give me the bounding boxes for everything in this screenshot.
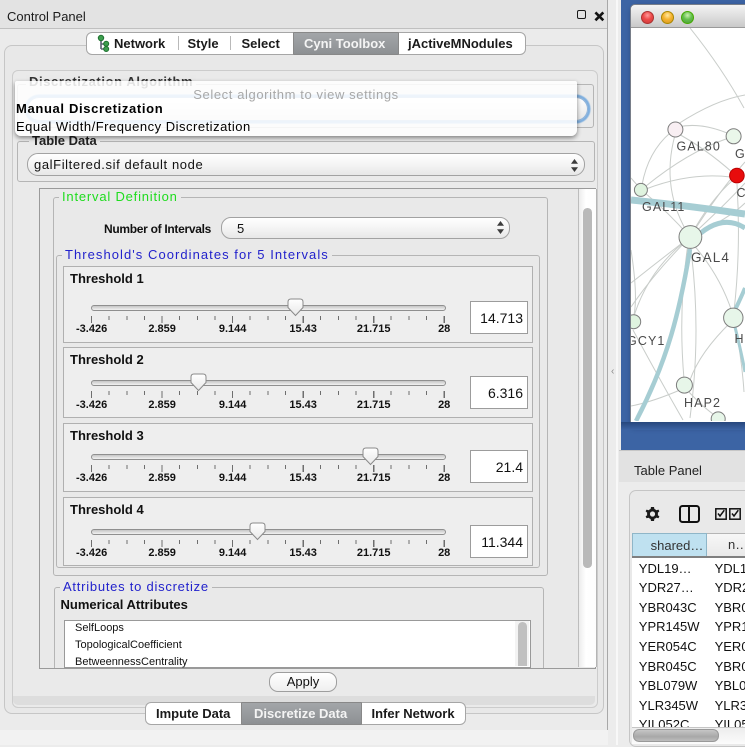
svg-text:H: H — [735, 332, 745, 346]
svg-text:GAL4: GAL4 — [691, 250, 730, 265]
svg-text:GAL80: GAL80 — [677, 140, 721, 154]
svg-text:GCY1: GCY1 — [631, 334, 665, 348]
svg-text:GAL11: GAL11 — [642, 200, 686, 214]
svg-text:C: C — [737, 186, 745, 200]
svg-text:GA: GA — [735, 147, 745, 161]
svg-text:HAP2: HAP2 — [684, 396, 721, 410]
